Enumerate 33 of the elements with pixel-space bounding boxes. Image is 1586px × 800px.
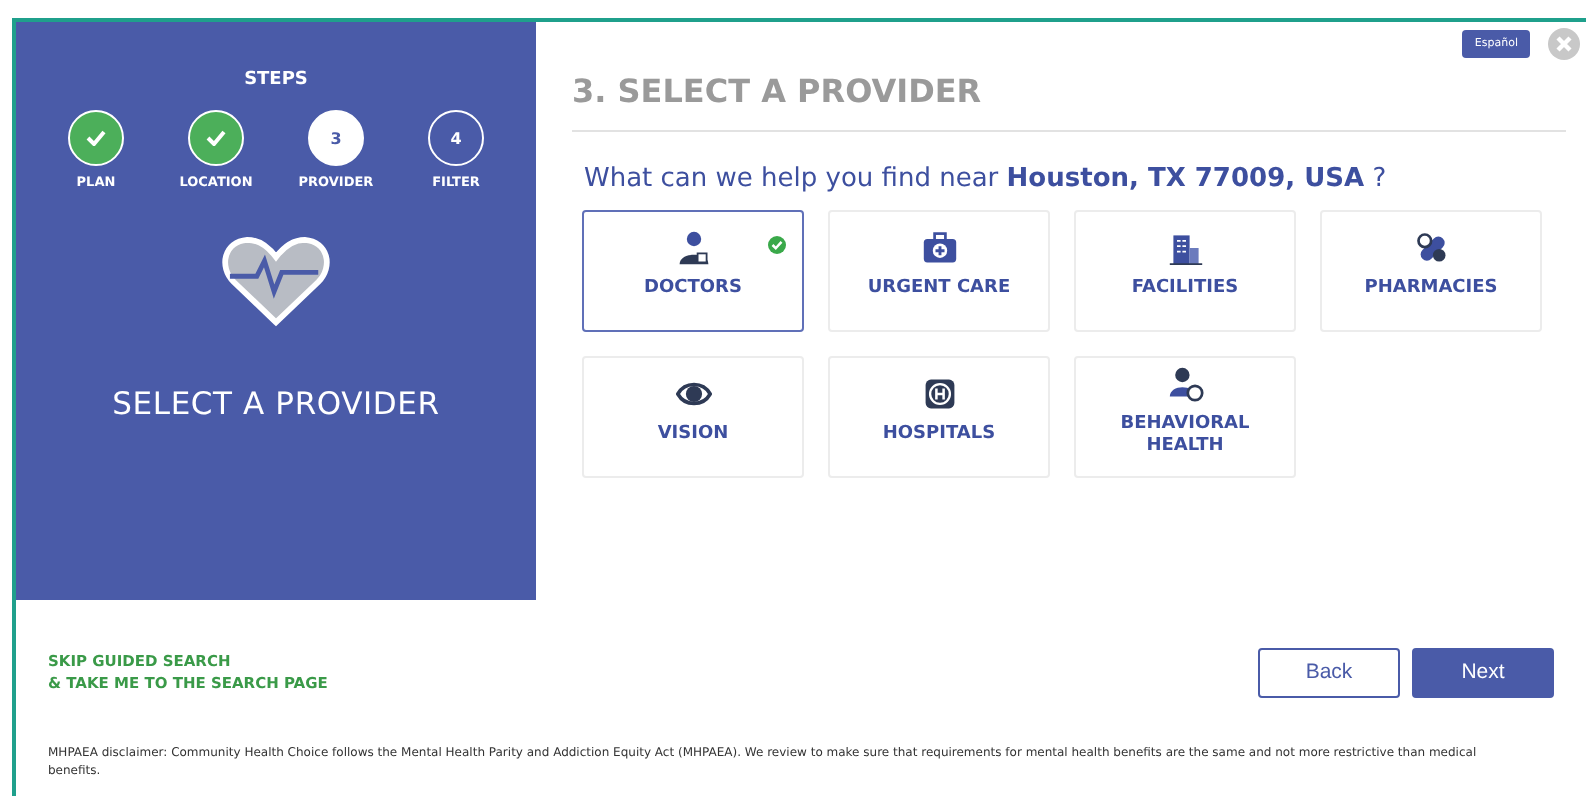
provider-card[interactable]: HOSPITALS — [828, 356, 1050, 478]
doctor-icon — [675, 230, 711, 267]
card-label: VISION — [655, 424, 731, 446]
provider-card[interactable]: FACILITIES — [1074, 210, 1296, 332]
provider-card[interactable]: VISION — [582, 356, 804, 478]
card-label: HOSPITALS — [880, 424, 998, 446]
check-icon — [206, 130, 226, 146]
step-circle[interactable] — [68, 110, 124, 166]
question-text: What can we help you find near Houston, TX 77009, USA ? — [584, 164, 1389, 194]
card-label: URGENT CARE — [865, 278, 1013, 300]
check-icon — [768, 236, 786, 254]
card-label: DOCTORS — [642, 278, 744, 300]
step-circle[interactable] — [188, 110, 244, 166]
steps-title: STEPS — [244, 70, 308, 90]
provider-card[interactable]: BEHAVIORAL HEALTH — [1074, 356, 1296, 478]
card-label: PHARMACIES — [1362, 278, 1500, 300]
provider-card[interactable]: PHARMACIES — [1320, 210, 1542, 332]
page-title: 3. SELECT A PROVIDER — [572, 64, 1566, 132]
building-icon — [1167, 230, 1203, 267]
heart-icon — [218, 234, 334, 330]
check-icon — [86, 130, 106, 146]
back-button[interactable]: Back — [1258, 647, 1400, 697]
step-circle[interactable]: 4 — [428, 110, 484, 166]
card-label: BEHAVIORAL HEALTH — [1118, 413, 1252, 457]
hospital-icon — [921, 376, 957, 413]
provider-card[interactable]: URGENT CARE — [828, 210, 1050, 332]
next-button[interactable]: Next — [1412, 647, 1554, 697]
provider-card[interactable]: DOCTORS — [582, 210, 804, 332]
person-icon — [1167, 365, 1203, 402]
panel-heading: SELECT A PROVIDER — [112, 386, 440, 422]
card-label: FACILITIES — [1129, 278, 1241, 300]
medical-kit-icon — [921, 230, 957, 267]
step-circle[interactable]: 3 — [308, 110, 364, 166]
